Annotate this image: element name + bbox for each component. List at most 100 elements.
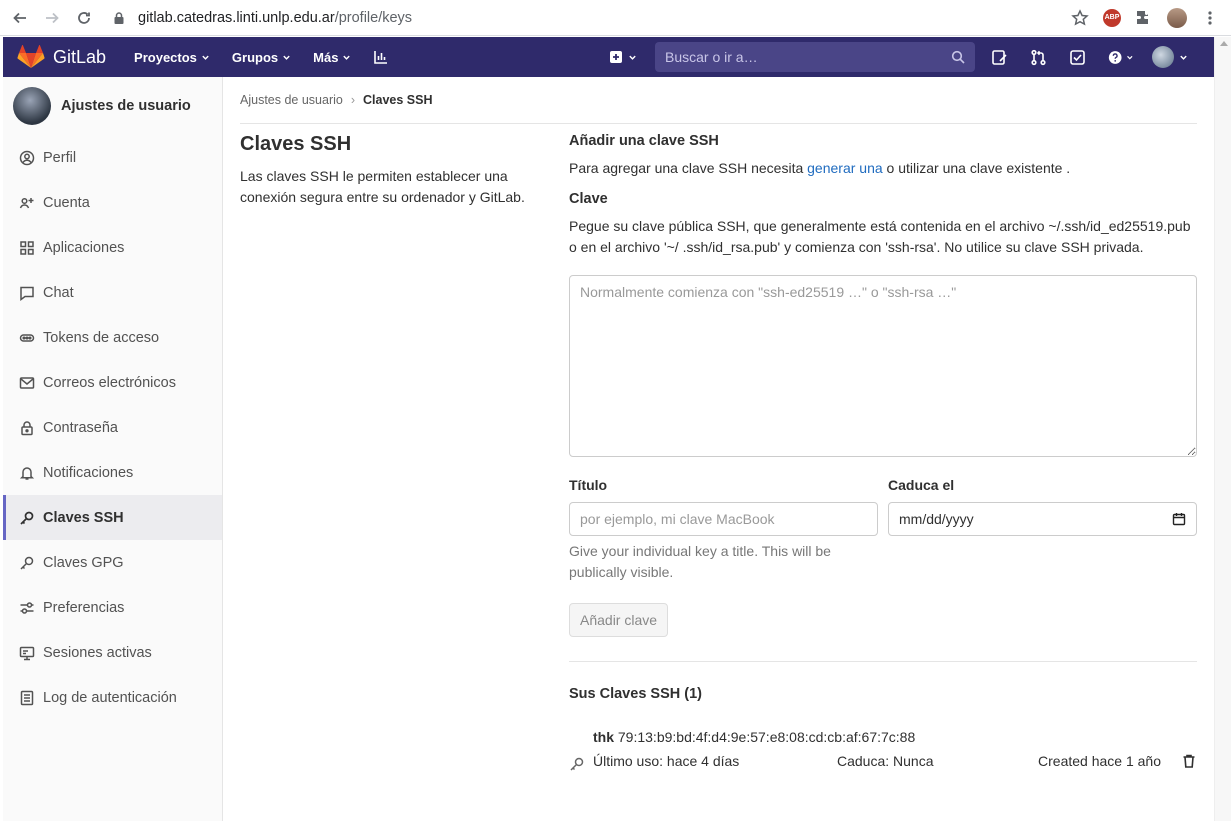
issues-icon[interactable]: [991, 49, 1008, 66]
breadcrumb-separator-icon: ›: [350, 93, 356, 107]
brand[interactable]: GitLab: [17, 45, 106, 69]
sidebar-item-label: Cuenta: [43, 194, 90, 211]
back-icon[interactable]: [8, 6, 32, 30]
add-key-heading: Añadir una clave SSH: [569, 133, 719, 149]
sidebar-item-label: Sesiones activas: [43, 644, 152, 661]
sidebar-item-account[interactable]: Cuenta: [3, 180, 222, 225]
sidebar-item-profile[interactable]: Perfil: [3, 135, 222, 180]
sidebar-item-gpg-keys[interactable]: Claves GPG: [3, 540, 222, 585]
menu-more-label: Más: [313, 49, 339, 65]
sidebar-item-active-sessions[interactable]: Sesiones activas: [3, 630, 222, 675]
plus-square-icon: [610, 51, 622, 63]
search-input[interactable]: Buscar o ir a…: [655, 42, 975, 72]
forward-icon[interactable]: [40, 6, 64, 30]
star-icon[interactable]: [1071, 8, 1089, 27]
avatar: [13, 87, 51, 125]
sidebar-item-auth-log[interactable]: Log de autenticación: [3, 675, 222, 720]
expires-date-input[interactable]: mm/dd/yyyy: [888, 502, 1197, 536]
breadcrumb-current[interactable]: Claves SSH: [363, 93, 432, 107]
generate-key-link[interactable]: generar una: [807, 160, 883, 176]
todos-icon[interactable]: [1069, 49, 1086, 66]
merge-requests-icon[interactable]: [1030, 49, 1047, 66]
key-fingerprint: 79:13:b9:bd:4f:d4:9e:57:e8:08:cd:cb:af:6…: [617, 729, 916, 745]
help-icon[interactable]: [1108, 49, 1134, 66]
page-title: Claves SSH: [240, 133, 352, 155]
title-field-group: Título Give your individual key a title.…: [569, 477, 878, 583]
breadcrumb-parent[interactable]: Ajustes de usuario: [240, 93, 343, 107]
sidebar-item-emails[interactable]: Correos electrónicos: [3, 360, 222, 405]
key-list-item: thk 79:13:b9:bd:4f:d4:9e:57:e8:08:cd:cb:…: [569, 726, 1197, 772]
settings-sidebar: Ajustes de usuario Perfil Cuenta Aplicac…: [3, 77, 223, 821]
lock-icon: [19, 420, 35, 436]
add-key-intro-before: Para agregar una clave SSH necesita: [569, 160, 808, 176]
sidebar-item-label: Claves GPG: [43, 554, 124, 571]
sidebar-header[interactable]: Ajustes de usuario: [3, 77, 222, 135]
sidebar-item-notifications[interactable]: Notificaciones: [3, 450, 222, 495]
add-key-intro-after: o utilizar una clave existente .: [882, 160, 1071, 176]
menu-more[interactable]: Más: [313, 50, 351, 65]
title-label: Título: [569, 477, 608, 493]
reload-icon[interactable]: [72, 6, 96, 30]
analytics-icon[interactable]: [373, 49, 389, 65]
delete-key-icon[interactable]: [1181, 753, 1197, 769]
sidebar-item-access-tokens[interactable]: Tokens de acceso: [3, 315, 222, 360]
expires-date-placeholder: mm/dd/yyyy: [899, 511, 974, 527]
preferences-icon: [19, 600, 35, 616]
sidebar-item-label: Aplicaciones: [43, 239, 125, 256]
sidebar-item-label: Contraseña: [43, 419, 118, 436]
add-key-button[interactable]: Añadir clave: [569, 603, 669, 637]
key-title[interactable]: thk: [593, 729, 614, 745]
sidebar-item-label: Claves SSH: [43, 509, 124, 526]
url-host: gitlab.catedras.linti.unlp.edu.ar: [138, 9, 335, 26]
key-expires: Caduca: Nunca: [837, 753, 934, 769]
sidebar-item-preferences[interactable]: Preferencias: [3, 585, 222, 630]
divider: [569, 661, 1197, 662]
keys-list-heading: Sus Claves SSH (1): [569, 686, 702, 702]
new-dropdown-button[interactable]: [609, 50, 637, 64]
expires-label: Caduca el: [888, 477, 955, 493]
calendar-icon[interactable]: [1172, 512, 1186, 526]
intro-section: Claves SSH Las claves SSH le permiten es…: [240, 133, 540, 208]
menu-groups-label: Grupos: [231, 49, 279, 65]
browser-toolbar: gitlab.catedras.linti.unlp.edu.ar/profil…: [0, 0, 1231, 36]
sidebar-title: Ajustes de usuario: [61, 98, 191, 114]
user-avatar: [1152, 46, 1174, 68]
sidebar-item-label: Log de autenticación: [43, 689, 177, 706]
menu-groups[interactable]: Grupos: [232, 50, 291, 65]
adblock-icon[interactable]: ABP: [1103, 8, 1121, 27]
address-bar[interactable]: gitlab.catedras.linti.unlp.edu.ar/profil…: [112, 4, 1071, 32]
sidebar-item-ssh-keys[interactable]: Claves SSH: [3, 495, 222, 540]
key-icon: [570, 757, 584, 771]
sidebar-item-applications[interactable]: Aplicaciones: [3, 225, 222, 270]
user-menu[interactable]: [1152, 46, 1188, 68]
search-placeholder: Buscar o ir a…: [665, 49, 758, 65]
browser-profile-avatar[interactable]: [1167, 7, 1187, 28]
sidebar-item-label: Notificaciones: [43, 464, 134, 481]
scroll-up-arrow-icon[interactable]: [1220, 41, 1228, 46]
key-label: Clave: [569, 191, 608, 207]
sidebar-item-label: Preferencias: [43, 599, 125, 616]
chevron-down-icon: [283, 55, 290, 60]
sidebar-item-password[interactable]: Contraseña: [3, 405, 222, 450]
key-last-used: Último uso: hace 4 días: [593, 753, 740, 769]
sidebar-item-label: Tokens de acceso: [43, 329, 160, 346]
menu-projects[interactable]: Proyectos: [134, 50, 210, 65]
kebab-menu-icon[interactable]: [1201, 9, 1219, 27]
title-input[interactable]: [569, 502, 878, 536]
extensions-icon[interactable]: [1135, 9, 1153, 27]
sidebar-item-chat[interactable]: Chat: [3, 270, 222, 315]
chevron-down-icon: [202, 55, 209, 60]
chevron-down-icon: [1180, 55, 1187, 60]
bell-icon: [19, 465, 35, 481]
mail-icon: [19, 375, 35, 391]
title-help-text: Give your individual key a title. This w…: [569, 543, 831, 580]
sidebar-item-label: Perfil: [43, 149, 77, 166]
key-icon: [19, 555, 35, 571]
key-textarea[interactable]: [569, 275, 1197, 457]
scrollbar[interactable]: [1214, 37, 1231, 821]
token-icon: [19, 330, 35, 346]
key-help-text: Pegue su clave pública SSH, que generalm…: [569, 218, 1191, 255]
breadcrumb: Ajustes de usuario › Claves SSH: [240, 77, 1197, 124]
expires-field-group: Caduca el mm/dd/yyyy: [888, 477, 1197, 583]
chevron-down-icon: [1127, 55, 1133, 60]
